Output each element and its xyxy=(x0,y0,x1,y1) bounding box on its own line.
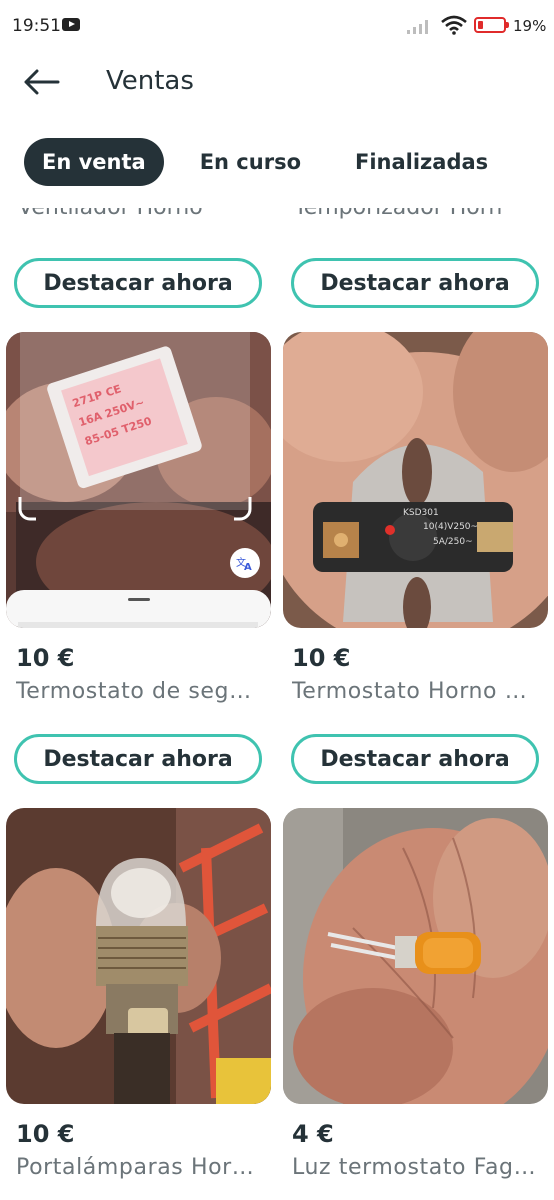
product-title[interactable]: Portalámparas Hor… xyxy=(16,1155,266,1180)
cut-off-title-right: Temporizador Horn xyxy=(294,208,502,228)
boost-button[interactable]: Destacar ahora xyxy=(291,258,539,308)
product-image-oven-thermostat[interactable]: KSD301 10(4)V250~ 5A/250~ xyxy=(283,332,548,628)
svg-text:A: A xyxy=(244,562,252,571)
tab-finalizadas[interactable]: Finalizadas xyxy=(337,138,506,186)
tab-bar: En venta En curso Finalizadas xyxy=(24,138,506,186)
product-title[interactable]: Termostato Horno … xyxy=(292,679,542,704)
youtube-notification-icon xyxy=(62,18,80,31)
battery-percent: 19% xyxy=(513,17,547,35)
orange-indicator-light-photo xyxy=(283,808,548,1104)
svg-text:5A/250~: 5A/250~ xyxy=(433,537,473,547)
boost-button[interactable]: Destacar ahora xyxy=(291,734,539,784)
oven-lamp-holder-photo xyxy=(6,808,271,1104)
product-price: 10 € xyxy=(16,1120,75,1148)
signal-icon xyxy=(407,20,428,34)
tab-en-venta[interactable]: En venta xyxy=(24,138,164,186)
page-title: Ventas xyxy=(106,66,194,96)
tab-en-curso[interactable]: En curso xyxy=(182,138,319,186)
product-image-pink-thermostat[interactable]: 271P CE 16A 250V~ 85-05 T250 文 A xyxy=(6,332,271,628)
product-title[interactable]: Luz termostato Fag… xyxy=(292,1155,542,1180)
product-title[interactable]: Termostato de seg… xyxy=(16,679,266,704)
product-image-lamp-holder[interactable] xyxy=(6,808,271,1104)
product-image-indicator-light[interactable] xyxy=(283,808,548,1104)
status-time: 19:51 xyxy=(12,16,61,36)
oven-thermostat-photo: KSD301 10(4)V250~ 5A/250~ xyxy=(283,332,548,628)
boost-button[interactable]: Destacar ahora xyxy=(14,258,262,308)
battery-icon xyxy=(474,17,509,33)
translate-icon[interactable]: 文 A xyxy=(230,548,260,578)
product-price: 10 € xyxy=(292,644,351,672)
boost-button[interactable]: Destacar ahora xyxy=(14,734,262,784)
cut-off-title-left: Ventilador Horno xyxy=(18,208,203,228)
product-price: 4 € xyxy=(292,1120,334,1148)
product-price: 10 € xyxy=(16,644,75,672)
arrow-left-icon xyxy=(24,69,60,95)
pink-thermostat-photo: 271P CE 16A 250V~ 85-05 T250 xyxy=(6,332,271,628)
back-button[interactable] xyxy=(20,64,64,100)
wifi-icon xyxy=(441,15,467,35)
svg-text:KSD301: KSD301 xyxy=(403,508,439,518)
status-bar: 19:51 19% xyxy=(0,0,554,52)
svg-text:10(4)V250~: 10(4)V250~ xyxy=(423,522,478,532)
